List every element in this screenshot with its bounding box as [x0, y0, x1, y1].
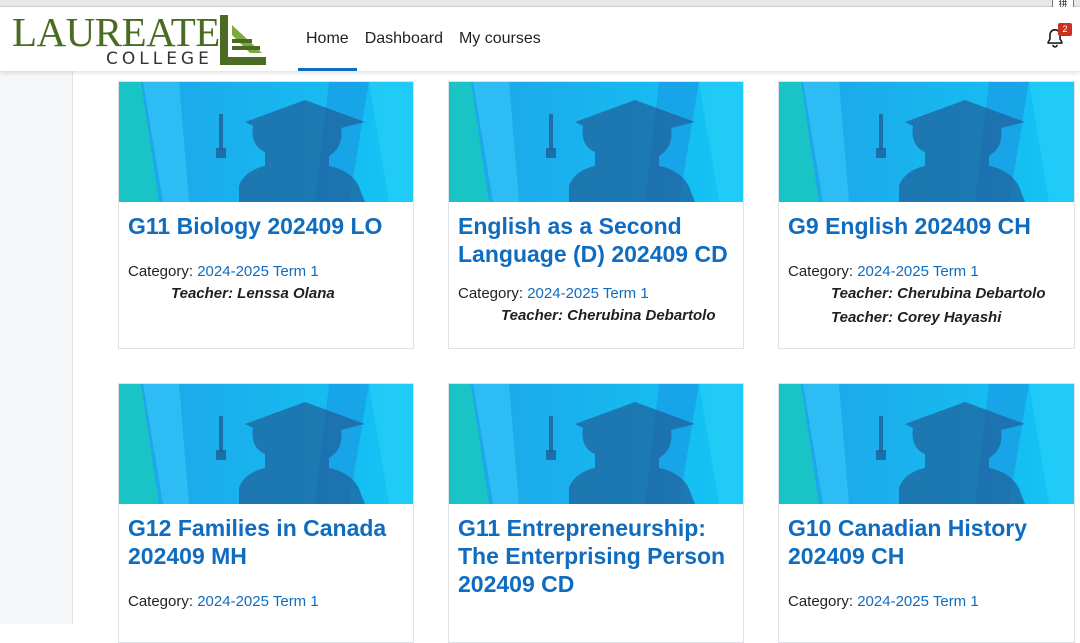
course-category: Category: 2024-2025 Term 1: [128, 592, 404, 612]
nav-home[interactable]: Home: [298, 7, 357, 71]
graduate-silhouette-icon: [449, 82, 743, 202]
browser-top-strip: 拼: [0, 0, 1080, 13]
course-title-link[interactable]: G11 Biology 202409 LO: [128, 212, 404, 240]
course-card[interactable]: G12 Families in Canada 202409 MH Categor…: [118, 383, 414, 643]
course-image[interactable]: [779, 384, 1074, 504]
course-card[interactable]: G9 English 202409 CH Category: 2024-2025…: [778, 81, 1075, 349]
course-image[interactable]: [449, 384, 743, 504]
course-teacher: Teacher: Cherubina Debartolo: [788, 282, 1065, 306]
graduate-silhouette-icon: [449, 384, 743, 504]
notifications-button[interactable]: 2: [1044, 23, 1072, 53]
category-label: Category:: [128, 593, 194, 610]
primary-navigation: Home Dashboard My courses: [298, 7, 549, 71]
course-card[interactable]: English as a Second Language (D) 202409 …: [448, 81, 744, 349]
notification-count-badge: 2: [1058, 23, 1072, 36]
nav-dashboard[interactable]: Dashboard: [357, 7, 451, 71]
graduate-silhouette-icon: [779, 384, 1074, 504]
course-title-link[interactable]: G11 Entrepreneurship: The Enterprising P…: [458, 514, 734, 598]
logo-subtitle: COLLEGE: [106, 49, 213, 69]
course-teacher: Teacher: Corey Hayashi: [788, 306, 1065, 330]
teacher-label: Teacher:: [501, 307, 563, 324]
graduate-silhouette-icon: [779, 82, 1074, 202]
category-link[interactable]: 2024-2025 Term 1: [857, 263, 978, 280]
logo-mark-icon: [220, 15, 266, 65]
course-title-link[interactable]: G12 Families in Canada 202409 MH: [128, 514, 404, 570]
teacher-label: Teacher:: [171, 285, 233, 302]
course-title-link[interactable]: G9 English 202409 CH: [788, 212, 1065, 240]
category-label: Category:: [788, 593, 854, 610]
course-image[interactable]: [119, 384, 413, 504]
teacher-name: Cherubina Debartolo: [567, 307, 716, 324]
category-link[interactable]: 2024-2025 Term 1: [197, 263, 318, 280]
logo-wordmark: LAUREATE: [12, 9, 220, 55]
nav-my-courses[interactable]: My courses: [451, 7, 549, 71]
college-logo[interactable]: LAUREATE COLLEGE: [12, 11, 272, 71]
course-card[interactable]: G11 Biology 202409 LO Category: 2024-202…: [118, 81, 414, 349]
category-label: Category:: [788, 263, 854, 280]
course-category: Category: 2024-2025 Term 1: [788, 592, 1065, 612]
teacher-name: Cherubina Debartolo: [897, 285, 1046, 302]
teacher-label: Teacher:: [831, 285, 893, 302]
graduate-silhouette-icon: [119, 82, 413, 202]
course-teacher: Teacher: Lenssa Olana: [128, 282, 404, 306]
category-link[interactable]: 2024-2025 Term 1: [527, 285, 648, 302]
teacher-label: Teacher:: [831, 309, 893, 326]
course-card[interactable]: G11 Entrepreneurship: The Enterprising P…: [448, 383, 744, 643]
course-category: Category: 2024-2025 Term 1: [788, 262, 1065, 282]
teacher-name: Lenssa Olana: [237, 285, 335, 302]
navbar: LAUREATE COLLEGE Home Dashboard My cours…: [0, 7, 1080, 71]
category-label: Category:: [128, 263, 194, 280]
graduate-silhouette-icon: [119, 384, 413, 504]
course-image[interactable]: [779, 82, 1074, 202]
course-category: Category: 2024-2025 Term 1: [128, 262, 404, 282]
course-image[interactable]: [119, 82, 413, 202]
category-link[interactable]: 2024-2025 Term 1: [197, 593, 318, 610]
left-drawer: [0, 71, 73, 624]
teacher-name: Corey Hayashi: [897, 309, 1002, 326]
course-title-link[interactable]: English as a Second Language (D) 202409 …: [458, 212, 734, 268]
course-title-link[interactable]: G10 Canadian History 202409 CH: [788, 514, 1065, 570]
course-image[interactable]: [449, 82, 743, 202]
category-label: Category:: [458, 285, 524, 302]
course-card[interactable]: G10 Canadian History 202409 CH Category:…: [778, 383, 1075, 643]
course-category: Category: 2024-2025 Term 1: [458, 284, 734, 304]
category-link[interactable]: 2024-2025 Term 1: [857, 593, 978, 610]
course-teacher: Teacher: Cherubina Debartolo: [458, 304, 734, 328]
